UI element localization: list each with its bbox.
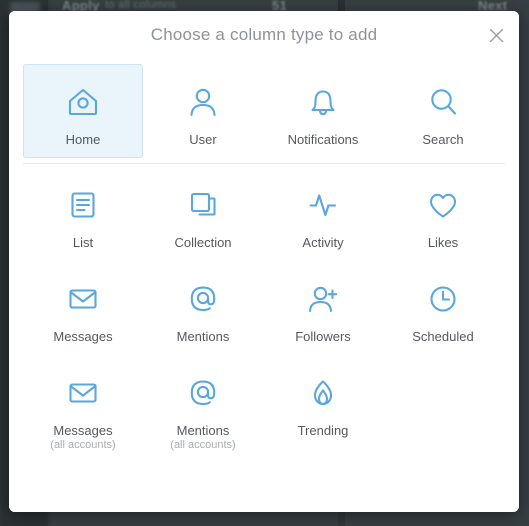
envelope-icon bbox=[69, 383, 97, 403]
user-plus-icon bbox=[308, 286, 338, 313]
icon-container bbox=[423, 182, 463, 228]
tile-label: Mentions bbox=[176, 329, 230, 344]
tile-label: Trending bbox=[297, 423, 349, 438]
icon-container bbox=[63, 370, 103, 416]
tile-label: Search bbox=[422, 132, 464, 147]
icon-container bbox=[303, 79, 343, 125]
column-type-grid: Home User Notifications Search List Coll… bbox=[9, 58, 519, 512]
backdrop-apply-sublabel: to all columns bbox=[105, 0, 177, 11]
tile-label: Messages bbox=[53, 423, 113, 438]
heart-icon bbox=[429, 193, 457, 218]
column-type-dialog: Choose a column type to add Home User No… bbox=[9, 11, 519, 512]
at-icon bbox=[190, 380, 216, 406]
column-type-tile-notifications[interactable]: Notifications bbox=[263, 64, 383, 158]
flame-icon bbox=[313, 380, 333, 406]
column-type-tile-messages-all-accounts[interactable]: Messages (all accounts) bbox=[23, 355, 143, 463]
tile-label: Mentions bbox=[176, 423, 230, 438]
list-icon bbox=[71, 192, 95, 218]
icon-container bbox=[303, 370, 343, 416]
column-type-tile-collection[interactable]: Collection bbox=[143, 167, 263, 261]
column-type-tile-scheduled[interactable]: Scheduled bbox=[383, 261, 503, 355]
column-type-tile-mentions-all-accounts[interactable]: Mentions (all accounts) bbox=[143, 355, 263, 463]
column-type-row: Home User Notifications Search bbox=[23, 64, 505, 164]
column-type-row: Messages (all accounts) Mentions (all ac… bbox=[23, 355, 505, 463]
icon-container bbox=[183, 79, 223, 125]
icon-container bbox=[423, 276, 463, 322]
column-type-tile-mentions[interactable]: Mentions bbox=[143, 261, 263, 355]
column-type-tile-trending[interactable]: Trending bbox=[263, 355, 383, 449]
collection-icon bbox=[190, 192, 216, 216]
icon-container bbox=[63, 79, 103, 125]
icon-container bbox=[423, 79, 463, 125]
tile-sublabel: (all accounts) bbox=[170, 439, 236, 451]
tile-label: Scheduled bbox=[412, 329, 474, 344]
column-type-row: Messages Mentions Followers Scheduled bbox=[23, 261, 505, 355]
home-icon bbox=[68, 88, 98, 116]
column-type-tile-followers[interactable]: Followers bbox=[263, 261, 383, 355]
icon-container bbox=[63, 182, 103, 228]
column-type-tile-home[interactable]: Home bbox=[23, 64, 143, 158]
tile-label: User bbox=[189, 132, 217, 147]
icon-container bbox=[183, 370, 223, 416]
column-type-tile-likes[interactable]: Likes bbox=[383, 167, 503, 261]
tile-label: Notifications bbox=[287, 132, 359, 147]
tile-label: Home bbox=[65, 132, 101, 147]
search-icon bbox=[431, 89, 457, 115]
tile-label: Followers bbox=[295, 329, 351, 344]
column-type-tile-messages[interactable]: Messages bbox=[23, 261, 143, 355]
user-icon bbox=[190, 88, 216, 117]
tile-label: Messages bbox=[53, 329, 113, 344]
close-icon bbox=[489, 28, 503, 42]
tile-label: Activity bbox=[302, 235, 344, 250]
dialog-title: Choose a column type to add bbox=[150, 24, 378, 44]
close-button[interactable] bbox=[481, 20, 511, 50]
column-type-tile-list[interactable]: List bbox=[23, 167, 143, 261]
tile-label: Likes bbox=[427, 235, 459, 250]
column-type-tile-search[interactable]: Search bbox=[383, 64, 503, 158]
tile-label: Collection bbox=[174, 235, 232, 250]
icon-container bbox=[183, 276, 223, 322]
dialog-header: Choose a column type to add bbox=[9, 11, 519, 58]
clock-icon bbox=[430, 286, 456, 312]
tile-sublabel: (all accounts) bbox=[50, 439, 116, 451]
icon-container bbox=[183, 182, 223, 228]
column-type-tile-activity[interactable]: Activity bbox=[263, 167, 383, 261]
column-type-tile-user[interactable]: User bbox=[143, 64, 263, 158]
envelope-icon bbox=[69, 289, 97, 309]
bell-icon bbox=[311, 90, 335, 116]
column-type-tile-placeholder bbox=[383, 355, 503, 381]
icon-container bbox=[303, 276, 343, 322]
column-type-row: List Collection Activity Likes bbox=[23, 167, 505, 261]
icon-container bbox=[303, 182, 343, 228]
icon-container bbox=[63, 276, 103, 322]
at-icon bbox=[190, 286, 216, 312]
tile-label: List bbox=[72, 235, 94, 250]
activity-icon bbox=[309, 194, 337, 217]
